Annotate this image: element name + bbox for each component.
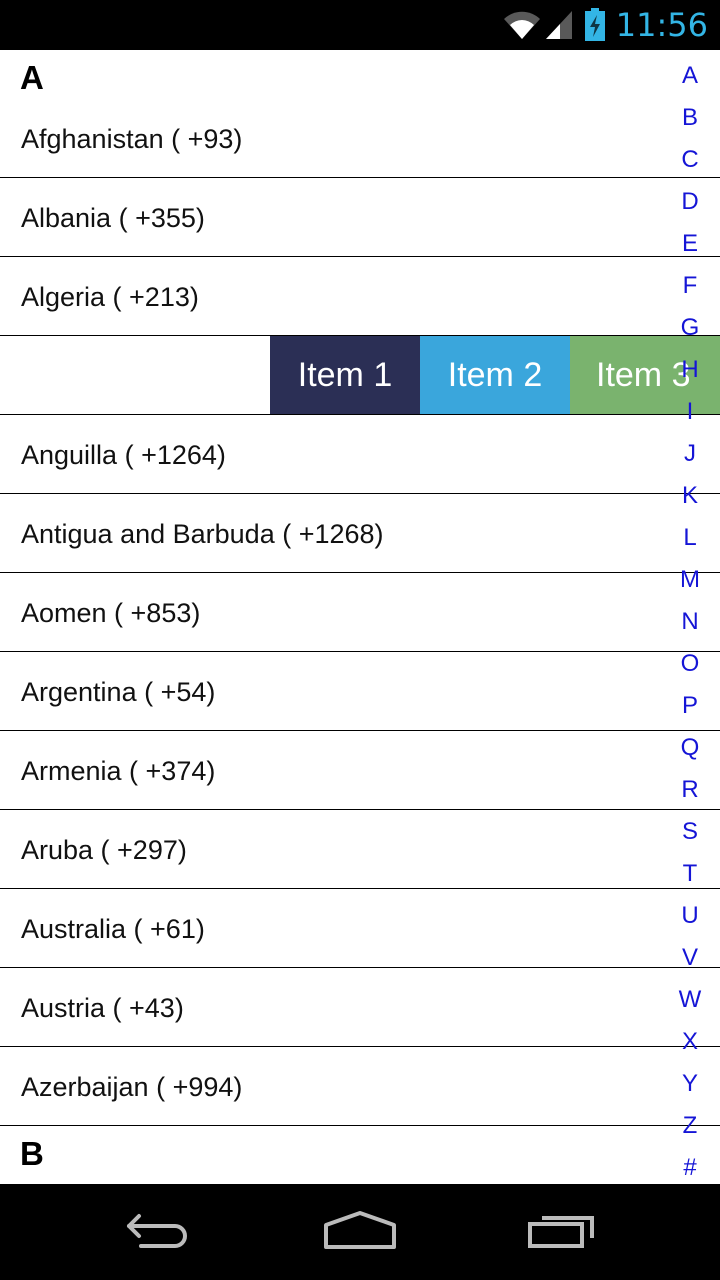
list-item[interactable]: Algeria ( +213) (0, 257, 720, 336)
swipe-item-1-button[interactable]: Item 1 (270, 336, 420, 414)
index-letter-z[interactable]: Z (668, 1112, 712, 1140)
wifi-icon (502, 9, 542, 41)
index-letter-hash[interactable]: # (668, 1154, 712, 1182)
list-item-label: Azerbaijan ( +994) (21, 1072, 243, 1102)
index-letter-p[interactable]: P (668, 692, 712, 720)
navigation-bar (0, 1184, 720, 1280)
list-item-label: Anguilla ( +1264) (21, 440, 226, 470)
list-item-label: Armenia ( +374) (21, 756, 216, 786)
index-letter-j[interactable]: J (668, 440, 712, 468)
index-letter-d[interactable]: D (668, 188, 712, 216)
index-letter-a[interactable]: A (668, 62, 712, 90)
battery-charging-icon (584, 8, 606, 42)
index-letter-o[interactable]: O (668, 650, 712, 678)
swipe-item-2-button[interactable]: Item 2 (420, 336, 570, 414)
status-icons: 11:56 (502, 0, 708, 50)
list-item-label: Albania ( +355) (21, 203, 205, 233)
recent-apps-button[interactable] (502, 1184, 622, 1280)
list-item-label: Afghanistan ( +93) (21, 124, 243, 154)
section-header-a: A (20, 59, 44, 96)
index-letter-h[interactable]: H (668, 356, 712, 384)
list-item-swiped[interactable]: Item 1 Item 2 Item 3 (0, 336, 720, 415)
swipe-menu: Item 1 Item 2 Item 3 (270, 336, 720, 414)
list-item[interactable]: Aomen ( +853) (0, 573, 720, 652)
index-letter-x[interactable]: X (668, 1028, 712, 1056)
alphabet-index-bar[interactable]: A B C D E F G H I J K L M N O P Q R S T U V W X Y Z # (668, 62, 712, 1188)
index-letter-t[interactable]: T (668, 860, 712, 888)
country-list[interactable]: A Afghanistan ( +93) Albania ( +355) Alg… (0, 50, 720, 1184)
list-item[interactable]: Australia ( +61) (0, 889, 720, 968)
list-item[interactable]: Austria ( +43) (0, 968, 720, 1047)
home-icon (322, 1209, 398, 1256)
home-button[interactable] (300, 1184, 420, 1280)
index-letter-k[interactable]: K (668, 482, 712, 510)
index-letter-w[interactable]: W (668, 986, 712, 1014)
list-item-label: Aruba ( +297) (21, 835, 187, 865)
index-letter-u[interactable]: U (668, 902, 712, 930)
list-item[interactable]: Argentina ( +54) (0, 652, 720, 731)
index-letter-r[interactable]: R (668, 776, 712, 804)
index-letter-e[interactable]: E (668, 230, 712, 258)
list-item-label: Argentina ( +54) (21, 677, 216, 707)
index-letter-s[interactable]: S (668, 818, 712, 846)
list-item[interactable]: Aruba ( +297) (0, 810, 720, 889)
recent-apps-icon (526, 1210, 598, 1255)
index-letter-f[interactable]: F (668, 272, 712, 300)
index-letter-i[interactable]: I (668, 398, 712, 426)
index-letter-c[interactable]: C (668, 146, 712, 174)
back-icon (125, 1210, 195, 1255)
index-letter-n[interactable]: N (668, 608, 712, 636)
index-letter-y[interactable]: Y (668, 1070, 712, 1098)
status-bar: 11:56 (0, 0, 720, 50)
list-item-label: Algeria ( +213) (21, 282, 199, 312)
list-item-label: Antigua and Barbuda ( +1268) (21, 519, 384, 549)
list-item[interactable]: Anguilla ( +1264) (0, 415, 720, 494)
list-item[interactable]: Armenia ( +374) (0, 731, 720, 810)
list-item-label: Australia ( +61) (21, 914, 205, 944)
section-header-b: B (20, 1135, 44, 1172)
list-item[interactable]: Azerbaijan ( +994) (0, 1047, 720, 1126)
index-letter-m[interactable]: M (668, 566, 712, 594)
clock: 11:56 (615, 6, 708, 44)
list-item-label: Aomen ( +853) (21, 598, 201, 628)
list-item[interactable]: Albania ( +355) (0, 178, 720, 257)
back-button[interactable] (100, 1184, 220, 1280)
signal-icon (544, 9, 574, 41)
list-item[interactable]: Antigua and Barbuda ( +1268) (0, 494, 720, 573)
list-item-label: Austria ( +43) (21, 993, 184, 1023)
list-item[interactable]: Afghanistan ( +93) (0, 102, 720, 178)
index-letter-v[interactable]: V (668, 944, 712, 972)
index-letter-l[interactable]: L (668, 524, 712, 552)
index-letter-q[interactable]: Q (668, 734, 712, 762)
index-letter-g[interactable]: G (668, 314, 712, 342)
index-letter-b[interactable]: B (668, 104, 712, 132)
